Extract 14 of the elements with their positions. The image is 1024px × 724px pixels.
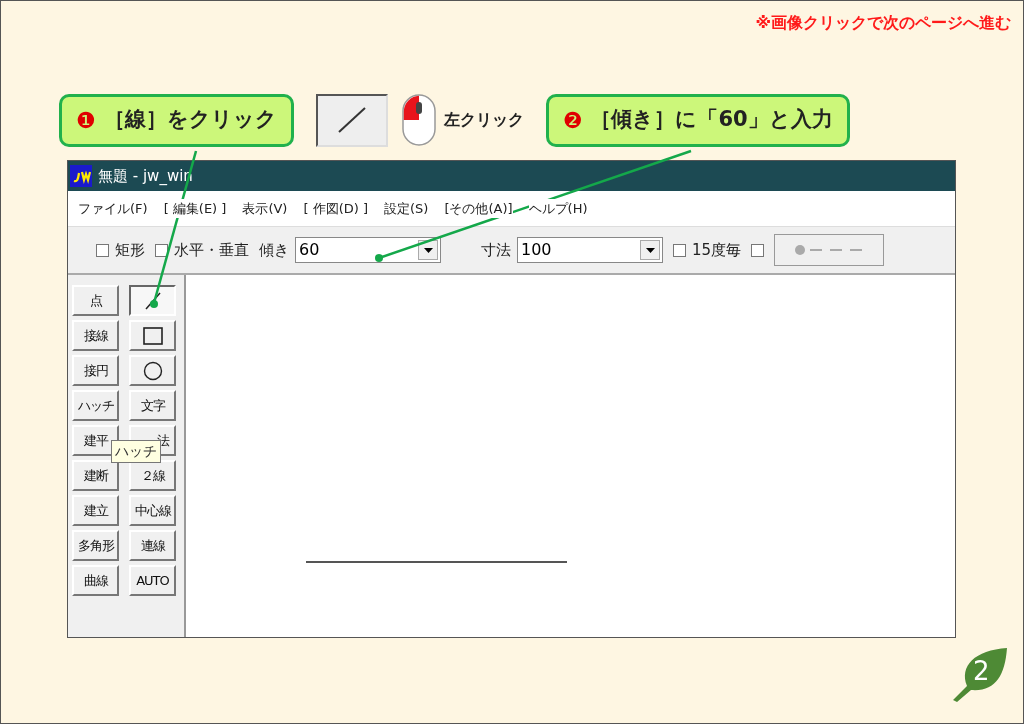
callout-text: ［傾き］に「60」と入力 xyxy=(590,106,833,134)
checkbox-label: 矩形 xyxy=(115,239,145,261)
page-number: 2 xyxy=(973,655,990,688)
step-number: ❷ xyxy=(562,106,583,135)
checkbox-label: 15度毎 xyxy=(692,239,742,261)
tooltip: ハッチ xyxy=(111,440,161,463)
field-label: 寸法 xyxy=(481,239,511,261)
checkbox-label: 水平・垂直 xyxy=(174,239,249,261)
window-title: 無題 - jw_win xyxy=(98,165,193,187)
callout-text: ［線］をクリック xyxy=(103,106,277,134)
field-label: 傾き xyxy=(259,239,289,261)
hint-text: 左クリック xyxy=(443,109,524,131)
page-note: ※画像クリックで次のページへ進む xyxy=(755,12,1011,34)
step-number: ❶ xyxy=(76,106,96,135)
